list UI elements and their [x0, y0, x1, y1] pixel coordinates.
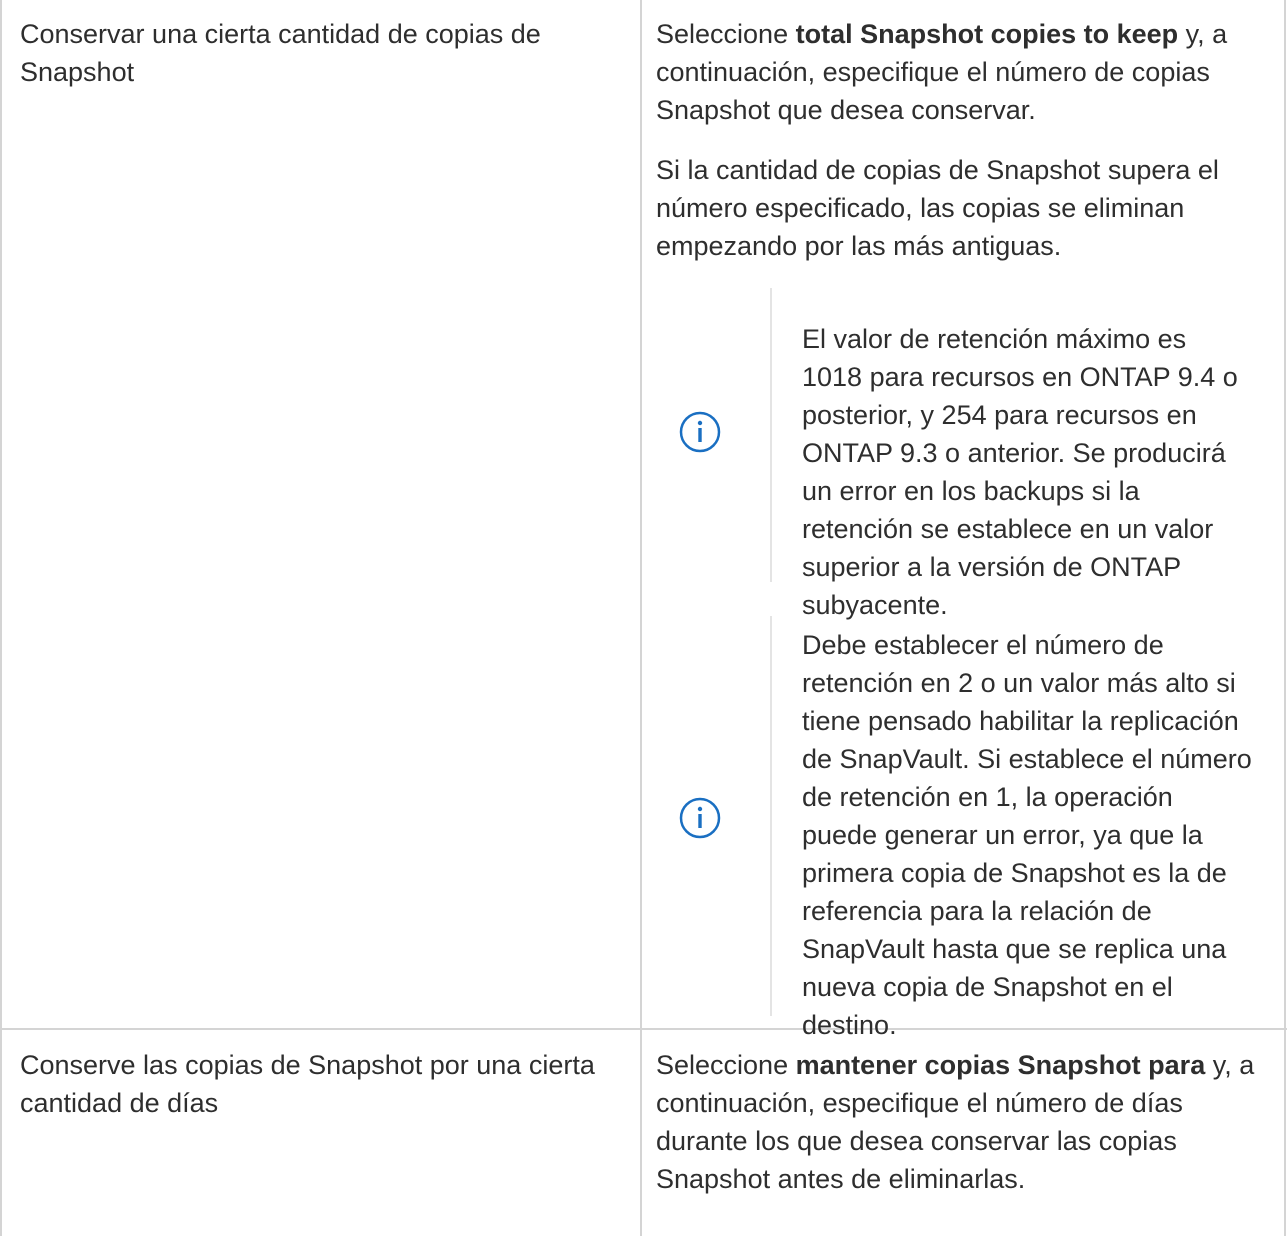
- note-2-text: Debe establecer el número de retención e…: [802, 630, 1252, 1040]
- note-1-divider: [770, 288, 772, 582]
- info-circle-icon: [679, 797, 721, 839]
- row-1-instruction-pre: Seleccione: [656, 19, 796, 49]
- row-2-instruction-pre: Seleccione: [656, 1050, 796, 1080]
- row-1-option-text: Conservar una cierta cantidad de copias …: [20, 19, 541, 87]
- info-circle-icon: [679, 411, 721, 453]
- row-2-option-cell: Conserve las copias de Snapshot por una …: [20, 1046, 620, 1122]
- row-2-instruction: Seleccione mantener copias Snapshot para…: [656, 1046, 1271, 1198]
- table-column-divider: [640, 0, 642, 1236]
- row-1-option-name: total Snapshot copies to keep: [795, 19, 1179, 49]
- row-2-option-text: Conserve las copias de Snapshot por una …: [20, 1050, 595, 1118]
- row-1-paragraph-2-text: Si la cantidad de copias de Snapshot sup…: [656, 155, 1219, 261]
- row-1-description-cell: Seleccione total Snapshot copies to keep…: [656, 15, 1271, 129]
- row-1-paragraph-2: Si la cantidad de copias de Snapshot sup…: [656, 151, 1256, 265]
- row-1-instruction: Seleccione total Snapshot copies to keep…: [656, 15, 1271, 129]
- row-2-option-name: mantener copias Snapshot para: [795, 1050, 1206, 1080]
- row-2-description-cell: Seleccione mantener copias Snapshot para…: [656, 1046, 1271, 1198]
- note-1-text: El valor de retención máximo es 1018 par…: [802, 324, 1238, 620]
- note-2-divider: [770, 616, 772, 1016]
- table-right-border: [1284, 0, 1286, 1236]
- row-1-option-cell: Conservar una cierta cantidad de copias …: [20, 15, 620, 91]
- table-left-border: [0, 0, 2, 1236]
